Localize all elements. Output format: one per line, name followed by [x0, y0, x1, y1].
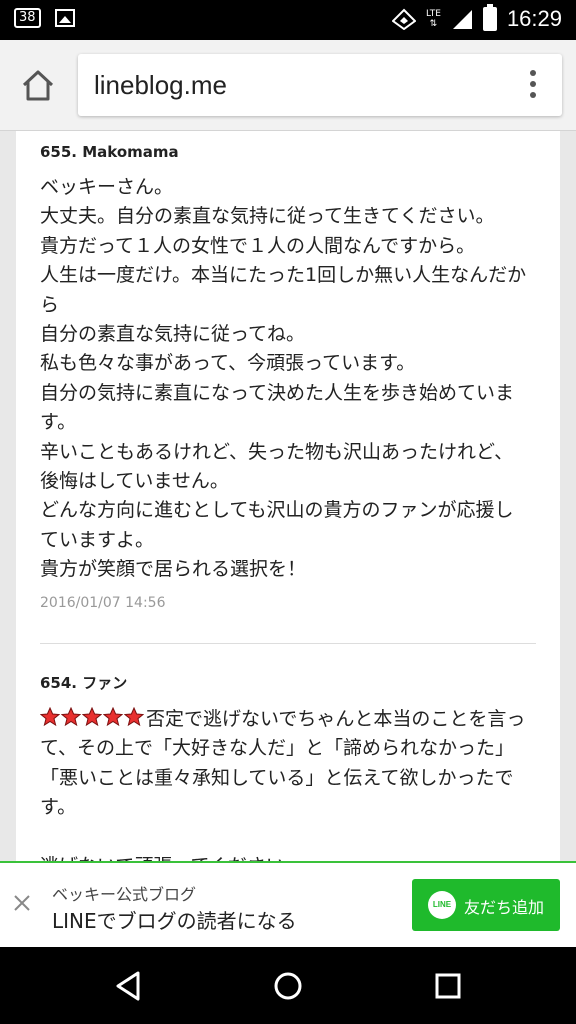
- add-friend-button[interactable]: LINE 友だち追加: [412, 879, 560, 931]
- url-text[interactable]: lineblog.me: [94, 70, 227, 101]
- wifi-icon: [391, 8, 416, 30]
- star-icon: [40, 707, 60, 727]
- home-icon: [22, 70, 54, 101]
- blog-comments[interactable]: 655. Makomama ベッキーさん。 大丈夫。自分の素直な気持に従って生き…: [16, 131, 560, 861]
- banner-close-button[interactable]: [12, 893, 32, 913]
- comment-line: す。: [40, 411, 77, 434]
- comment-line: 私も色々な事があって、今頑張っています。: [40, 352, 416, 375]
- comment-line: 後悔はしていません。: [40, 470, 229, 493]
- recents-button[interactable]: [428, 966, 468, 1006]
- clock: 16:29: [506, 6, 562, 31]
- banner-subtitle: ベッキー公式ブログ: [52, 885, 197, 904]
- comment-line: 否定で逃げないでちゃんと本当のことを言っ: [40, 705, 540, 734]
- comment-line: ていますよ。: [40, 528, 155, 551]
- comment-line: 逃げないで頑張ってください: [40, 852, 540, 861]
- menu-dot-icon: [530, 70, 536, 76]
- comment-line: 貴方だって１人の女性で１人の人間なんですから。: [40, 234, 476, 257]
- home-button[interactable]: [18, 66, 58, 106]
- comment-body: 否定で逃げないでちゃんと本当のことを言っ て、その上で「大好きな人だ」と「諦めら…: [40, 705, 540, 861]
- battery-icon: [482, 4, 497, 31]
- navigation-bar: [0, 947, 576, 1024]
- comment-line: 自分の気持に素直になって決めた人生を歩き始めていま: [40, 381, 515, 404]
- comment-line: 人生は一度だけ。本当にたった1回しか無い人生なんだか: [40, 264, 527, 287]
- star-rating: [40, 707, 144, 727]
- star-icon: [61, 707, 81, 727]
- comment-line: 「悪いことは重々承知している」と伝えて欲しかったで: [40, 766, 514, 789]
- comment-654: 654. ファン 否定で逃げないでちゃんと本当のことを言っ て、その上で「大好き…: [40, 672, 540, 861]
- comment-655: 655. Makomama ベッキーさん。 大丈夫。自分の素直な気持に従って生き…: [40, 143, 540, 611]
- comment-line: 貴方が笑顔で居られる選択を！: [40, 558, 307, 581]
- overflow-menu-button[interactable]: [518, 70, 548, 100]
- comment-line: 辛いこともあるけれど、失った物も沢山あったけれど、: [40, 440, 514, 463]
- comment-line: 自分の素直な気持に従ってね。: [40, 323, 306, 346]
- close-icon: [14, 895, 30, 911]
- network-type-label: LTE ⇅: [425, 9, 441, 29]
- menu-dot-icon: [530, 92, 536, 98]
- add-friend-label: 友だち追加: [464, 898, 545, 917]
- star-icon: [103, 707, 123, 727]
- square-recents-icon: [435, 973, 461, 999]
- comment-line: 大丈夫。自分の素直な気持に従って生きてください。: [40, 205, 495, 228]
- status-bar: 38 LTE ⇅ 16:29: [0, 0, 576, 40]
- star-icon: [82, 707, 102, 727]
- banner-title: LINEでブログの読者になる: [52, 909, 297, 933]
- star-icon: [124, 707, 144, 727]
- comment-line: す。: [40, 796, 77, 819]
- line-logo-icon: LINE: [428, 891, 456, 919]
- comment-body: ベッキーさん。 大丈夫。自分の素直な気持に従って生きてください。 貴方だって１人…: [40, 173, 540, 585]
- comment-header: 654. ファン: [40, 674, 128, 692]
- image-notification-icon: [54, 9, 75, 27]
- comment-date: 2016/01/07 14:56: [40, 594, 166, 611]
- url-bar[interactable]: lineblog.me: [78, 54, 562, 116]
- comment-line: ら: [40, 293, 60, 316]
- notification-count-badge: 38: [14, 8, 41, 28]
- follow-banner: ベッキー公式ブログ LINEでブログの読者になる LINE 友だち追加: [0, 861, 576, 947]
- comment-text: 否定で逃げないでちゃんと本当のことを言っ: [146, 708, 526, 730]
- comment-line: ベッキーさん。: [40, 176, 174, 198]
- comment-line: [40, 823, 540, 852]
- comment-header: 655. Makomama: [40, 143, 179, 161]
- back-icon: [116, 971, 140, 1001]
- signal-icon: [452, 10, 472, 29]
- comment-line: て、その上で「大好きな人だ」と「諦められなかった」: [40, 737, 515, 760]
- browser-toolbar: lineblog.me: [0, 40, 576, 131]
- back-button[interactable]: [108, 966, 148, 1006]
- comment-divider: [40, 643, 536, 644]
- circle-home-icon: [274, 972, 302, 1000]
- menu-dot-icon: [530, 81, 536, 87]
- home-nav-button[interactable]: [268, 966, 308, 1006]
- comment-line: どんな方向に進むとしても沢山の貴方のファンが応援し: [40, 499, 514, 522]
